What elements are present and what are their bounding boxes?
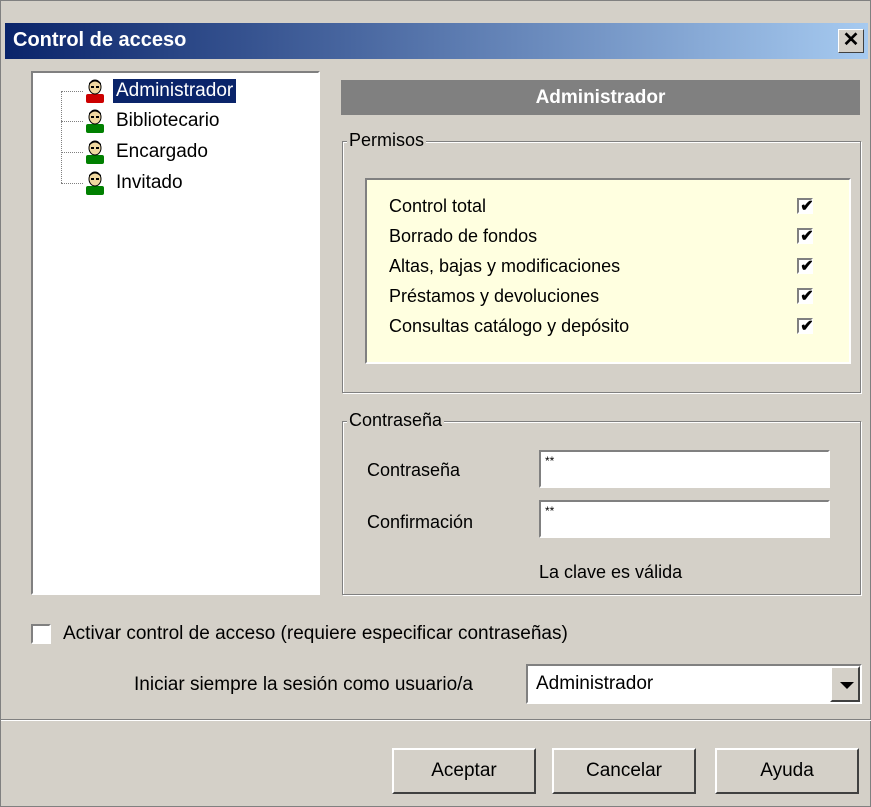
permission-checkbox[interactable]: ✔ xyxy=(797,198,814,215)
users-tree[interactable]: Administrador Bibliotecario Encargado In… xyxy=(31,71,320,595)
permission-label: Préstamos y devoluciones xyxy=(389,286,600,306)
user-icon xyxy=(86,140,104,164)
close-icon: ✕ xyxy=(842,29,860,51)
check-icon: ✔ xyxy=(800,228,814,245)
check-icon: ✔ xyxy=(800,198,814,215)
permission-label: Borrado de fondos xyxy=(389,226,538,246)
password-label: Contraseña xyxy=(367,460,461,480)
help-button[interactable]: Ayuda xyxy=(715,748,859,794)
confirm-input[interactable]: ** xyxy=(539,500,830,538)
permission-row: Control total ✔ xyxy=(389,192,839,222)
role-header: Administrador xyxy=(341,80,860,115)
cancel-button[interactable]: Cancelar xyxy=(552,748,696,794)
check-icon: ✔ xyxy=(800,318,814,335)
window-title: Control de acceso xyxy=(13,29,187,51)
close-button[interactable]: ✕ xyxy=(838,29,864,53)
session-user-label: Iniciar siempre la sesión como usuario/a xyxy=(134,674,473,695)
permission-checkbox[interactable]: ✔ xyxy=(797,228,814,245)
permission-checkbox[interactable]: ✔ xyxy=(797,288,814,305)
permissions-group-label: Permisos xyxy=(347,130,427,151)
tree-item-label: Encargado xyxy=(116,141,208,162)
user-icon xyxy=(86,109,104,133)
permissions-group: Permisos Control total ✔ Borrado de fond… xyxy=(342,130,861,393)
permission-label: Control total xyxy=(389,196,487,216)
session-user-value: Administrador xyxy=(536,673,654,694)
tree-connector xyxy=(61,152,83,153)
confirm-label: Confirmación xyxy=(367,512,474,532)
tree-connector xyxy=(61,91,62,183)
tree-item-label: Invitado xyxy=(116,172,183,193)
chevron-down-icon xyxy=(840,682,854,689)
accept-button[interactable]: Aceptar xyxy=(392,748,536,794)
user-icon xyxy=(86,171,104,195)
tree-item-administrador[interactable]: Administrador xyxy=(83,77,237,105)
password-input[interactable]: ** xyxy=(539,450,830,488)
separator xyxy=(1,719,871,721)
activate-label: Activar control de acceso (requiere espe… xyxy=(63,623,568,644)
tree-item-invitado[interactable]: Invitado xyxy=(83,169,186,197)
password-group: Contraseña Contraseña ** Confirmación **… xyxy=(342,410,861,595)
tree-item-label: Administrador xyxy=(113,79,237,103)
user-admin-icon xyxy=(86,79,104,103)
check-icon: ✔ xyxy=(800,258,814,275)
password-group-label: Contraseña xyxy=(347,410,445,431)
permission-label: Altas, bajas y modificaciones xyxy=(389,256,621,276)
activate-access-control[interactable]: Activar control de acceso (requiere espe… xyxy=(31,621,568,647)
permission-row: Préstamos y devoluciones ✔ xyxy=(389,282,839,312)
dropdown-button[interactable] xyxy=(830,666,860,702)
permissions-panel: Control total ✔ Borrado de fondos ✔ Alta… xyxy=(365,178,851,364)
permission-checkbox[interactable]: ✔ xyxy=(797,258,814,275)
session-user-select[interactable]: Administrador xyxy=(526,664,862,704)
tree-connector xyxy=(61,91,83,92)
tree-item-encargado[interactable]: Encargado xyxy=(83,138,211,166)
permission-row: Consultas catálogo y depósito ✔ xyxy=(389,312,839,342)
tree-item-bibliotecario[interactable]: Bibliotecario xyxy=(83,107,223,135)
access-control-dialog: Control de acceso ✕ Administrador Biblio… xyxy=(0,0,871,807)
permission-label: Consultas catálogo y depósito xyxy=(389,316,630,336)
activate-checkbox[interactable] xyxy=(31,624,51,644)
permission-row: Altas, bajas y modificaciones ✔ xyxy=(389,252,839,282)
check-icon: ✔ xyxy=(800,288,814,305)
permission-checkbox[interactable]: ✔ xyxy=(797,318,814,335)
title-bar[interactable]: Control de acceso ✕ xyxy=(5,23,868,59)
tree-item-label: Bibliotecario xyxy=(116,110,220,131)
password-status: La clave es válida xyxy=(539,562,683,582)
permission-row: Borrado de fondos ✔ xyxy=(389,222,839,252)
tree-connector xyxy=(61,183,83,184)
tree-connector xyxy=(61,121,83,122)
